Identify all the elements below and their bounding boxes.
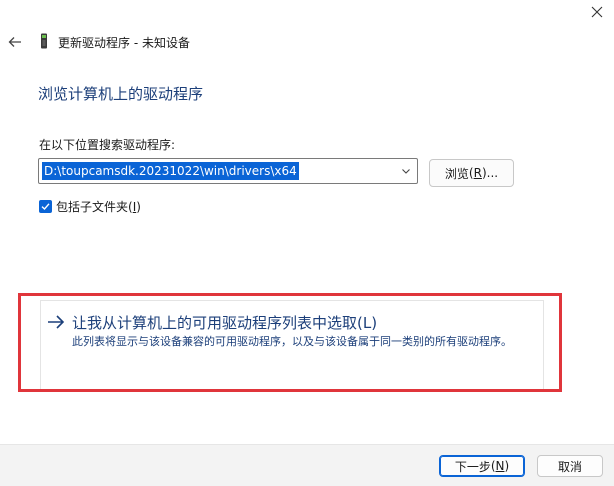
include-subfolders-label[interactable]: 包括子文件夹(I)	[56, 198, 141, 215]
device-icon	[41, 33, 47, 49]
browse-suffix: ...	[486, 166, 499, 180]
checkmark-icon	[41, 202, 50, 210]
driver-path-combobox[interactable]: D:\toupcamsdk.20231022\win\drivers\x64	[38, 158, 418, 184]
browse-accel: R	[473, 166, 482, 180]
page-title: 浏览计算机上的驱动程序	[38, 85, 204, 103]
close-button[interactable]	[580, 0, 614, 24]
next-label: 下一步	[454, 459, 491, 474]
highlight-annotation	[18, 293, 562, 392]
driver-path-value[interactable]: D:\toupcamsdk.20231022\win\drivers\x64	[42, 162, 299, 180]
cancel-button[interactable]: 取消	[537, 455, 603, 477]
include-subfolders-row[interactable]: 包括子文件夹(I)	[39, 198, 141, 214]
chevron-down-icon[interactable]	[401, 166, 411, 176]
include-subfolders-accel: I	[132, 199, 137, 214]
close-icon	[591, 6, 603, 18]
back-arrow-icon	[8, 37, 21, 47]
include-subfolders-checkbox[interactable]	[39, 199, 52, 213]
window-title: 更新驱动程序 - 未知设备	[58, 36, 190, 50]
browse-label: 浏览	[444, 166, 469, 181]
next-accel: N	[495, 459, 505, 473]
browse-button[interactable]: 浏览(R)...	[429, 159, 514, 187]
back-button[interactable]	[5, 32, 25, 52]
next-button[interactable]: 下一步(N)	[439, 455, 525, 477]
path-label: 在以下位置搜索驱动程序:	[39, 138, 176, 152]
